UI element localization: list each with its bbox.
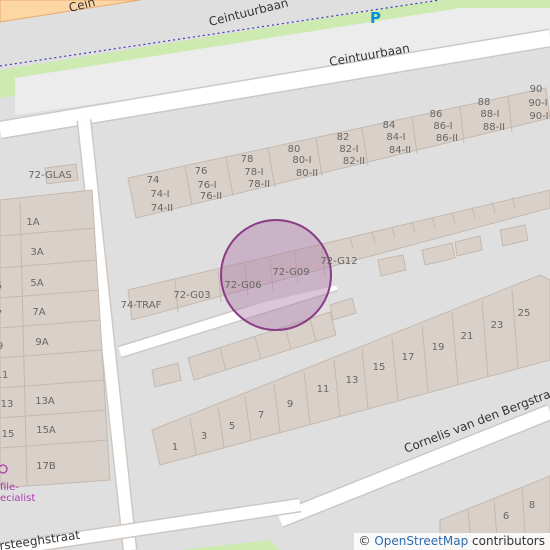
address-label-edge-2: 9 <box>0 341 3 352</box>
address-label-west-0: 1A <box>26 217 39 228</box>
address-label-north-21: 88 <box>478 97 491 108</box>
address-label-north-13: 82-I <box>339 144 358 155</box>
address-label-north-6: 78 <box>241 154 254 165</box>
address-label-garage-2: 72-G03 <box>173 290 210 301</box>
address-label-north-5: 76-II <box>200 191 222 202</box>
address-label-north-11: 80-II <box>296 168 318 179</box>
address-label-west-7: 13A <box>35 396 55 407</box>
address-label-north-9: 80 <box>288 144 301 155</box>
address-label-garage-4: 72-G09 <box>272 267 309 278</box>
address-label-north-26: 90-I <box>529 111 548 122</box>
address-label-west-10: 17B <box>36 461 56 472</box>
address-label-west-2: 5A <box>30 278 43 289</box>
poi-label-line1: file- <box>0 482 19 493</box>
address-label-south-5: 11 <box>317 384 330 395</box>
address-label-north-17: 84-II <box>389 145 411 156</box>
address-label-south-2: 5 <box>229 421 235 432</box>
address-label-edge-0: 5 <box>0 281 2 292</box>
address-label-north-1: 74-I <box>150 189 169 200</box>
address-label-west-9: 15A <box>36 425 56 436</box>
address-label-north-19: 86-I <box>433 121 452 132</box>
address-label-south-0: 1 <box>172 442 178 453</box>
attribution-prefix: © <box>358 534 375 548</box>
west-building-column <box>0 163 111 489</box>
address-label-north-10: 80-I <box>292 155 311 166</box>
address-label-south-6: 13 <box>346 375 359 386</box>
address-label-north-22: 88-I <box>480 109 499 120</box>
address-label-bottom-0: 6 <box>503 511 509 522</box>
address-label-south-4: 9 <box>287 399 293 410</box>
address-label-north-0: 74 <box>147 175 160 186</box>
address-label-north-25: 90-I <box>528 98 547 109</box>
map-view[interactable]: Cein Ceintuurbaan Ceintuurbaan Cornelis … <box>0 0 550 550</box>
address-label-north-16: 84-I <box>386 132 405 143</box>
address-label-west-1: 3A <box>30 247 43 258</box>
address-label-west-3: 7A <box>32 307 45 318</box>
address-label-garage-5: 72-G12 <box>320 256 357 267</box>
address-label-bottom-1: 8 <box>529 500 535 511</box>
address-label-north-18: 86 <box>430 109 443 120</box>
address-label-north-23: 88-II <box>483 122 505 133</box>
address-label-south-9: 19 <box>432 342 445 353</box>
address-label-north-8: 78-II <box>248 179 270 190</box>
address-label-north-2: 74-II <box>151 203 173 214</box>
address-label-south-7: 15 <box>373 362 386 373</box>
address-label-north-15: 84 <box>383 120 396 131</box>
attribution-link[interactable]: OpenStreetMap <box>374 534 468 548</box>
address-label-north-20: 86-II <box>436 133 458 144</box>
address-label-west-4: 9A <box>35 337 48 348</box>
address-label-north-12: 82 <box>337 132 350 143</box>
address-label-edge-1: 7 <box>0 309 2 320</box>
address-label-south-3: 7 <box>258 410 264 421</box>
attribution-suffix: contributors <box>468 534 545 548</box>
parking-icon: P <box>370 9 381 27</box>
address-label-garage-1: 74-TRAF <box>121 300 162 311</box>
address-label-south-11: 23 <box>491 320 504 331</box>
poi-label-line2: ecialist <box>0 493 35 504</box>
address-label-south-8: 17 <box>402 352 415 363</box>
address-label-garage-3: 72-G06 <box>224 280 261 291</box>
address-label-south-12: 25 <box>518 308 531 319</box>
address-label-south-1: 3 <box>201 431 207 442</box>
address-label-north-3: 76 <box>195 166 208 177</box>
address-label-north-4: 76-I <box>197 180 216 191</box>
address-label-north-7: 78-I <box>244 167 263 178</box>
address-label-west-8: 15 <box>2 429 15 440</box>
address-label-north-14: 82-II <box>343 156 365 167</box>
address-label-west-6: 13 <box>1 399 14 410</box>
address-label-south-10: 21 <box>461 331 474 342</box>
address-label-garage-0: 72-GLAS <box>28 170 71 181</box>
map-attribution: © OpenStreetMap contributors <box>353 533 550 550</box>
address-label-west-5: 11 <box>0 370 8 381</box>
address-label-north-24: 90 <box>530 84 543 95</box>
